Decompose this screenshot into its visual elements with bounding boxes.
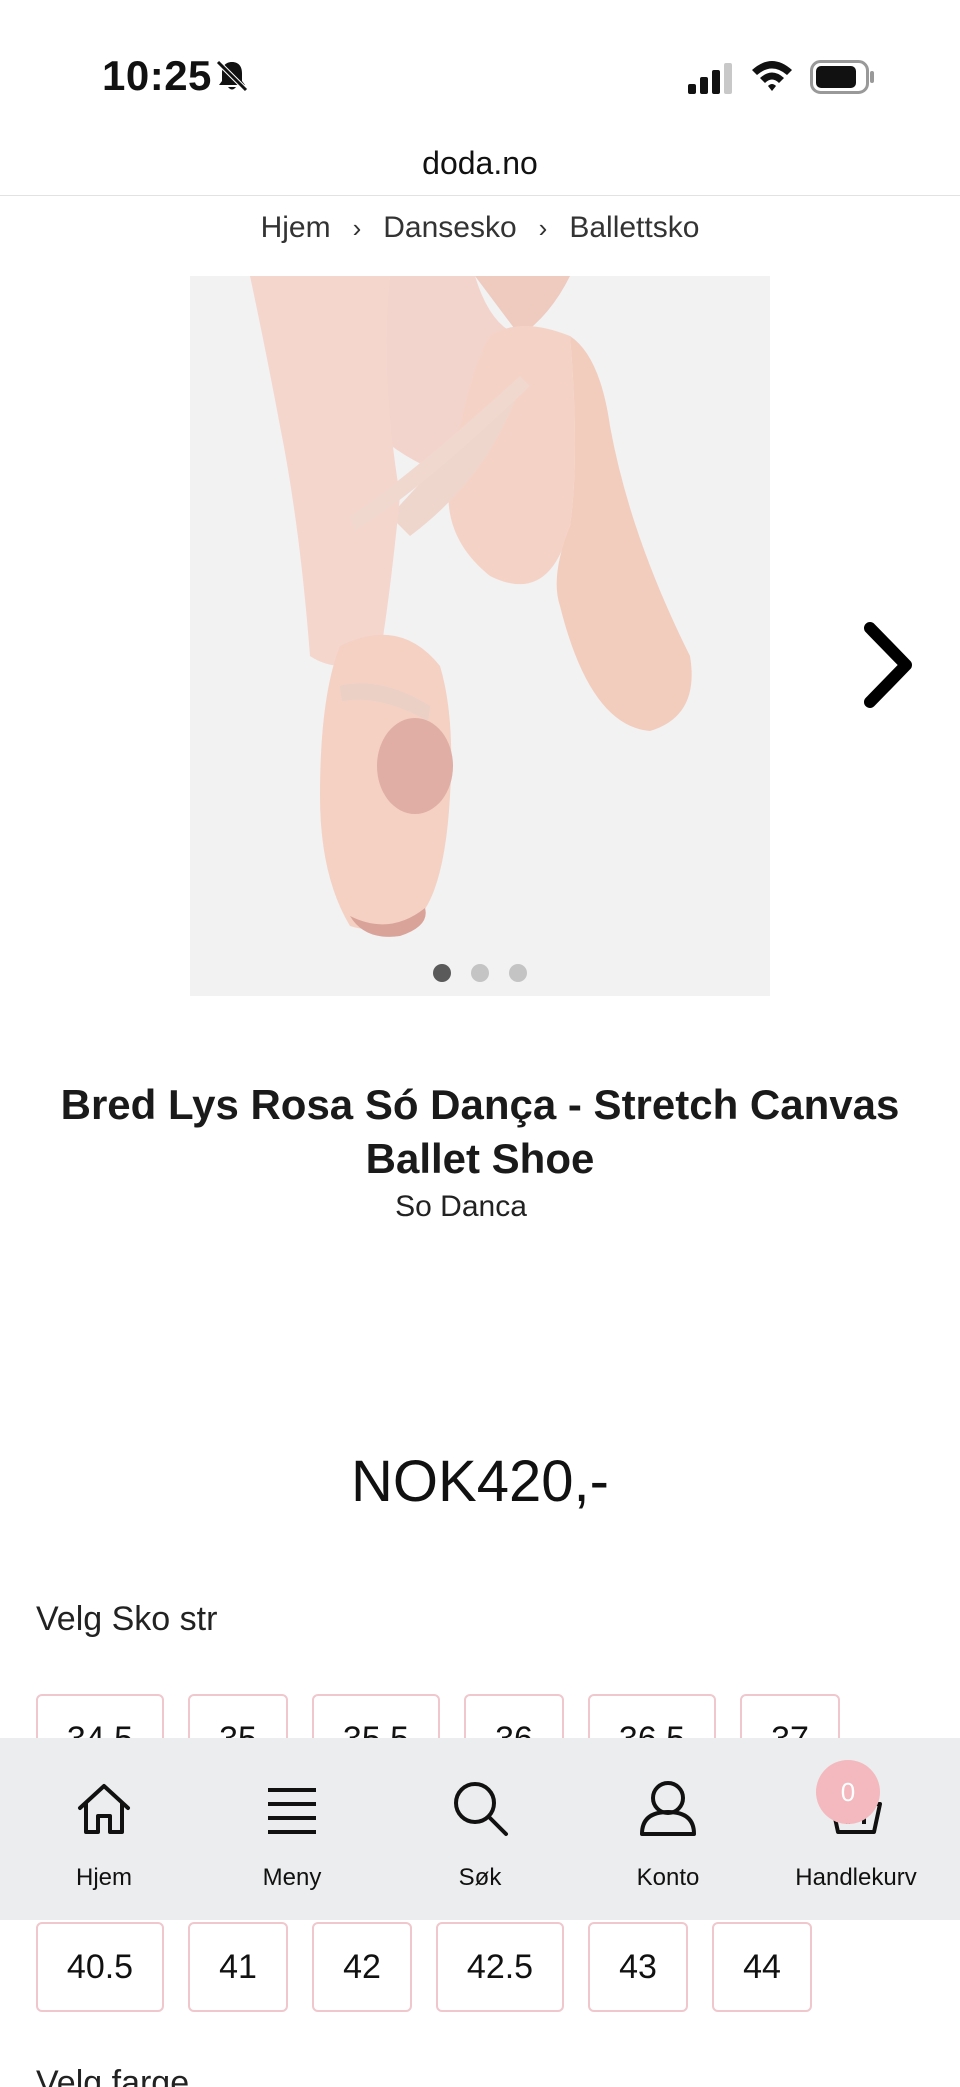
- status-bar: 10:25: [0, 0, 960, 130]
- size-option-41[interactable]: 41: [188, 1922, 288, 2012]
- status-time: 10:25: [102, 52, 212, 99]
- battery-icon: [810, 60, 874, 94]
- next-image-arrow-icon[interactable]: [858, 620, 918, 710]
- size-selector-label: Velg Sko str: [36, 1600, 218, 1638]
- gallery-pagination: [190, 964, 770, 982]
- chevron-right-icon: ›: [352, 212, 362, 243]
- search-icon: [454, 1782, 508, 1836]
- breadcrumb-dansesko[interactable]: Dansesko: [383, 211, 516, 245]
- bottom-tab-bar: Hjem Meny Søk Konto Handlekurv: [0, 1738, 960, 1920]
- breadcrumb-ballettsko[interactable]: Ballettsko: [569, 211, 699, 245]
- tab-konto[interactable]: Konto: [588, 1738, 748, 1920]
- tab-label-konto: Konto: [636, 1864, 700, 1891]
- cart-count-badge: 0: [816, 1760, 880, 1824]
- gallery-dot-1[interactable]: [433, 964, 451, 982]
- gallery-dot-2[interactable]: [471, 964, 489, 982]
- tab-label-hjem: Hjem: [75, 1864, 132, 1891]
- product-price: NOK420,-: [351, 1449, 609, 1514]
- tab-label-meny: Meny: [262, 1864, 322, 1891]
- product-title: Bred Lys Rosa Só Dança - Stretch Canvas …: [60, 1081, 900, 1182]
- tab-meny[interactable]: Meny: [212, 1738, 372, 1920]
- tab-label-sok: Søk: [458, 1864, 502, 1891]
- size-option-43[interactable]: 43: [588, 1922, 688, 2012]
- tab-sok[interactable]: Søk: [400, 1738, 560, 1920]
- tab-label-handlekurv: Handlekurv: [795, 1864, 917, 1891]
- menu-icon: [268, 1788, 316, 1834]
- size-option-42[interactable]: 42: [312, 1922, 412, 2012]
- color-selector-label: Velg farge: [36, 2064, 190, 2087]
- product-image: [190, 276, 770, 996]
- product-image-gallery[interactable]: [190, 276, 770, 996]
- size-option-42-5[interactable]: 42.5: [436, 1922, 564, 2012]
- chevron-right-icon: ›: [538, 212, 548, 243]
- gallery-dot-3[interactable]: [509, 964, 527, 982]
- brand-name[interactable]: So Danca: [0, 1190, 922, 1224]
- cellular-signal-icon: [688, 63, 732, 94]
- home-icon: [78, 1784, 130, 1834]
- user-icon: [640, 1781, 696, 1836]
- url-text: doda.no: [422, 145, 538, 181]
- size-option-40-5[interactable]: 40.5: [36, 1922, 164, 2012]
- size-option-44[interactable]: 44: [712, 1922, 812, 2012]
- breadcrumb: Hjem › Dansesko › Ballettsko: [0, 200, 960, 256]
- breadcrumb-home[interactable]: Hjem: [261, 211, 331, 245]
- bell-muted-icon: [216, 60, 248, 92]
- wifi-icon: [752, 61, 792, 91]
- tab-hjem[interactable]: Hjem: [24, 1738, 184, 1920]
- address-bar[interactable]: doda.no: [0, 130, 960, 196]
